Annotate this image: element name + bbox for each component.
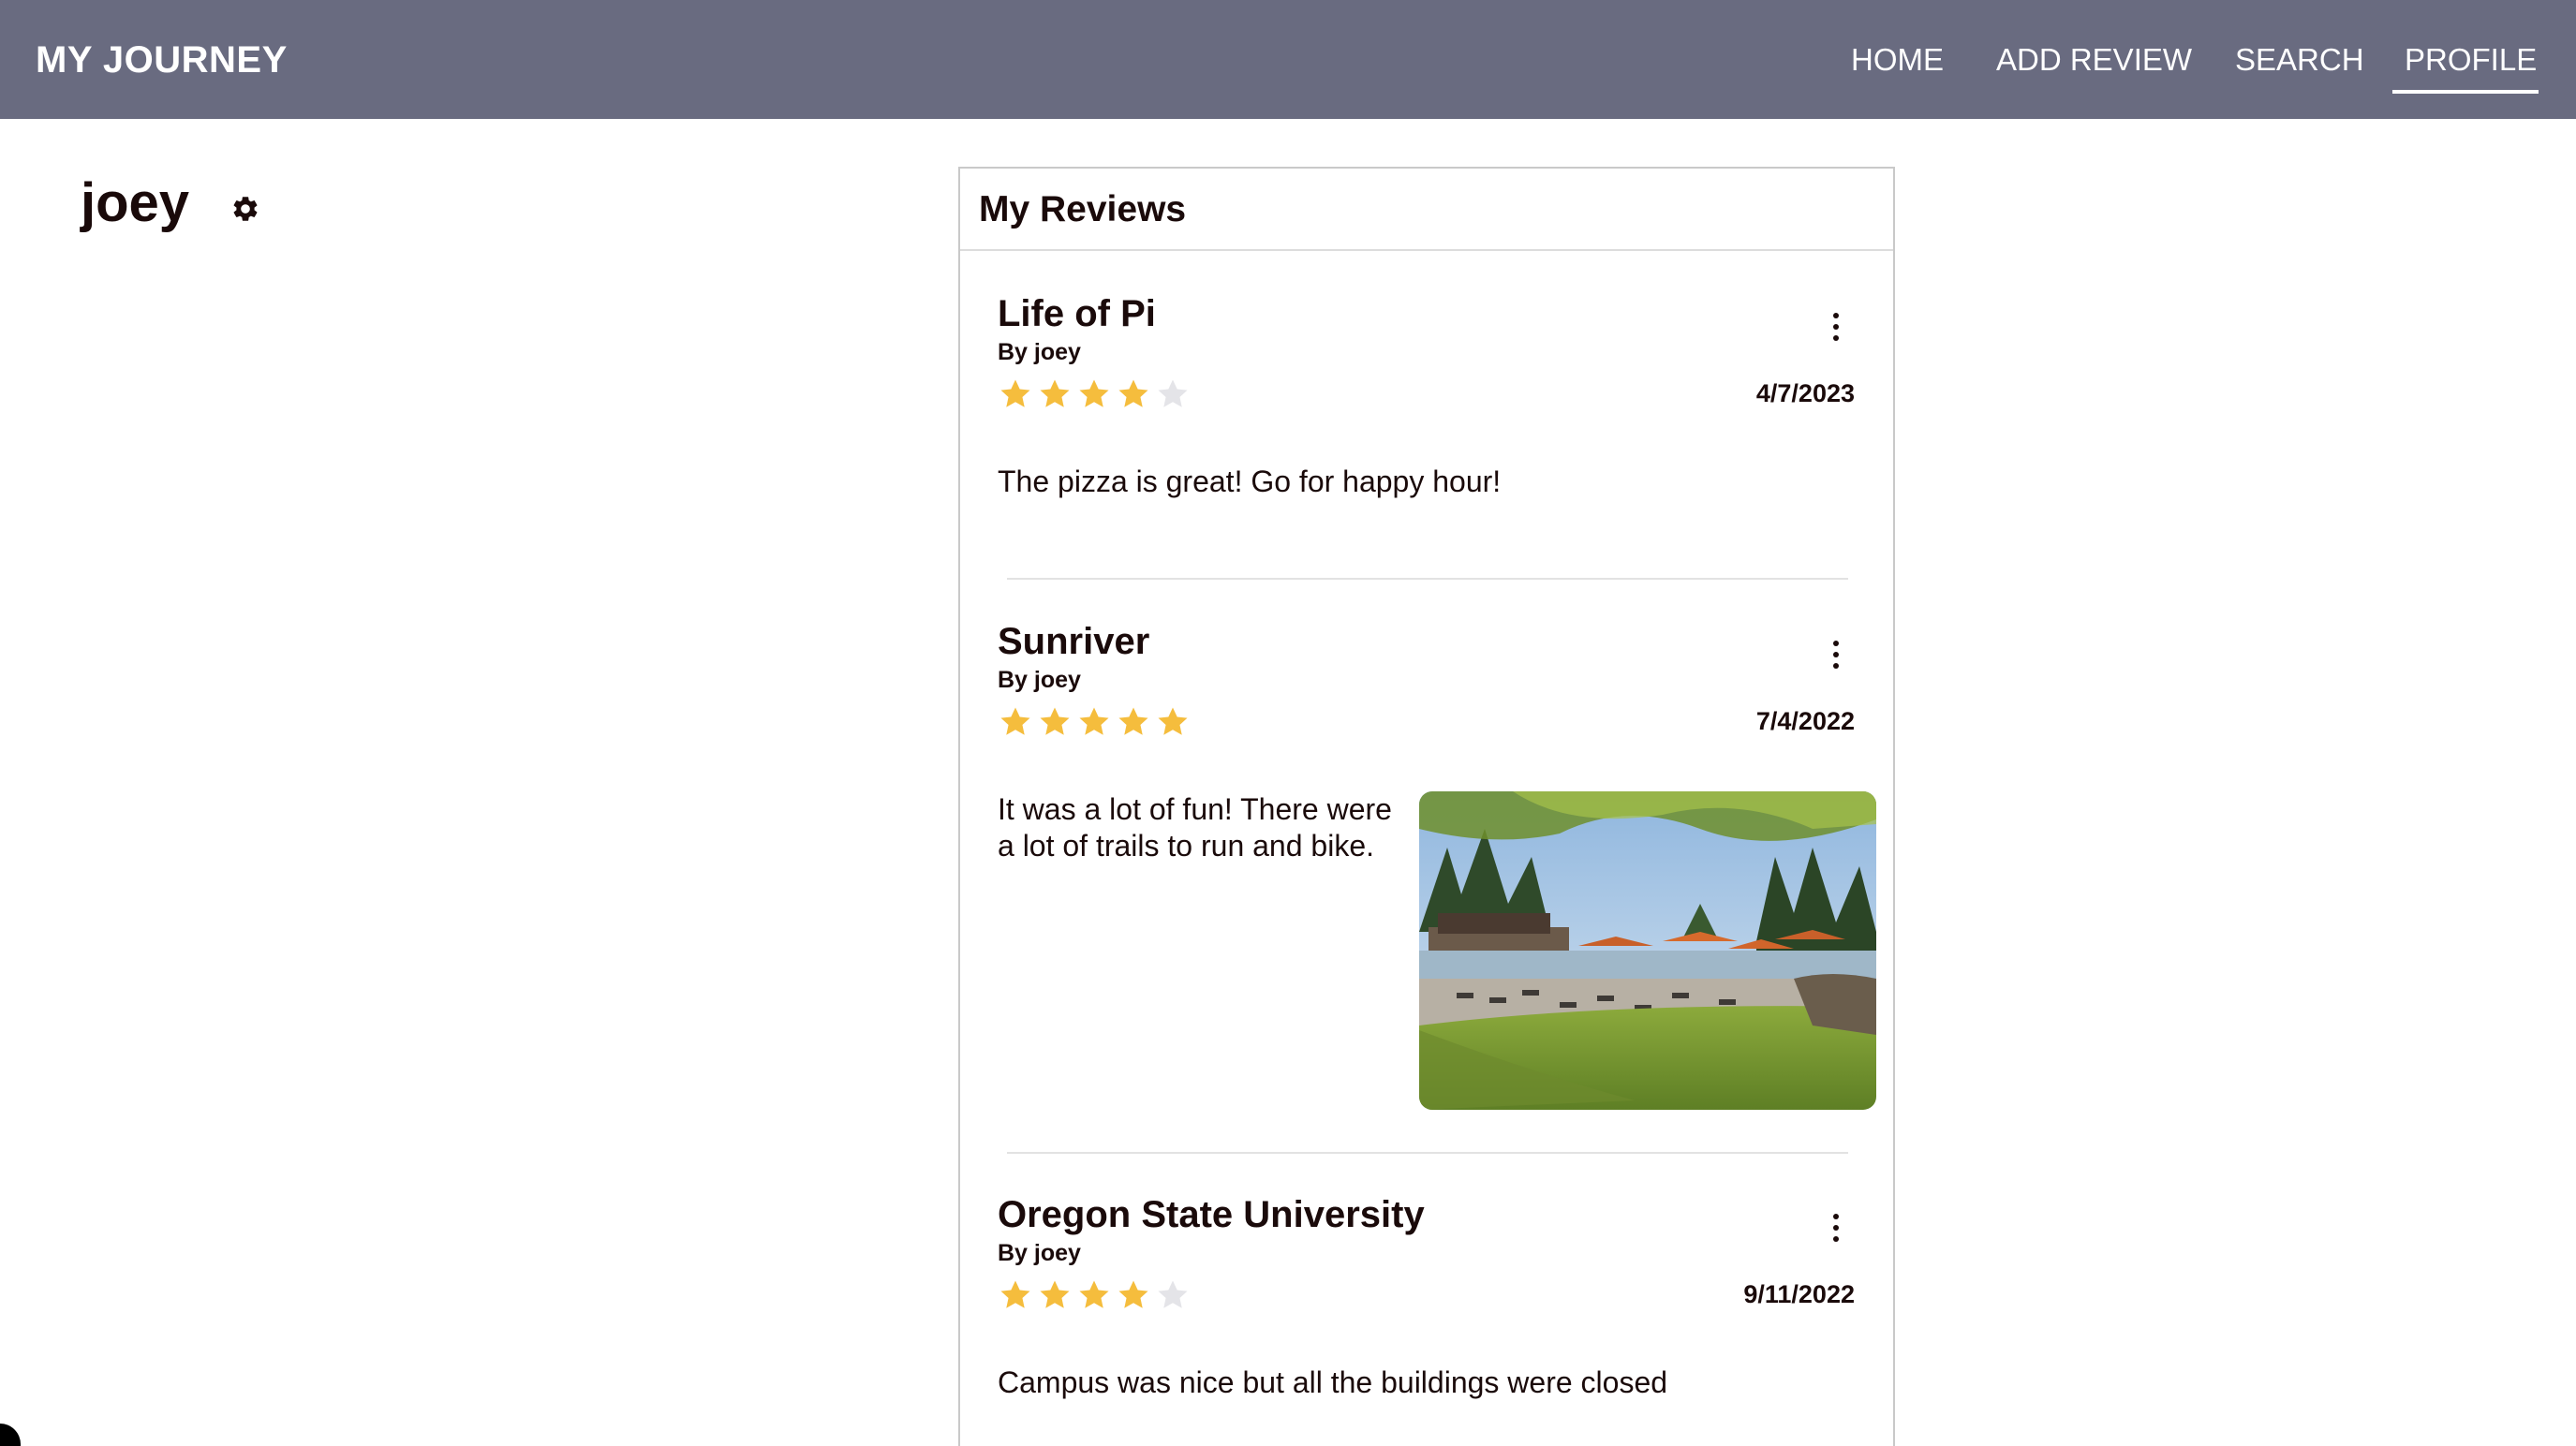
star-rating xyxy=(998,376,1204,416)
star-filled-icon xyxy=(1116,704,1151,740)
star-filled-icon xyxy=(1116,376,1151,412)
review-text: Campus was nice but all the buildings we… xyxy=(998,1365,1668,1399)
star-filled-icon xyxy=(998,1277,1033,1313)
review-title: Oregon State University xyxy=(998,1194,1425,1235)
gear-icon[interactable] xyxy=(230,194,260,224)
profile-username: joey xyxy=(81,172,190,233)
my-reviews-panel: My Reviews Life of Pi By joey 4/7/2023 T… xyxy=(958,167,1895,1446)
star-filled-icon xyxy=(998,376,1033,412)
star-filled-icon xyxy=(1037,704,1073,740)
active-nav-indicator xyxy=(2392,90,2539,94)
star-filled-icon xyxy=(1037,1277,1073,1313)
brand-logo[interactable]: MY JOURNEY xyxy=(36,36,288,84)
star-filled-icon xyxy=(1076,1277,1112,1313)
nav-search-link[interactable]: SEARCH xyxy=(2235,36,2364,84)
star-filled-icon xyxy=(1076,704,1112,740)
star-filled-icon xyxy=(1076,376,1112,412)
review-date: 7/4/2022 xyxy=(1755,707,1855,735)
star-empty-icon xyxy=(1155,376,1191,412)
review-text: It was a lot of fun! There were a lot of… xyxy=(998,792,1392,863)
panel-title: My Reviews xyxy=(979,189,1187,229)
review-divider xyxy=(1007,1152,1848,1154)
star-rating xyxy=(998,704,1204,744)
nav-add-review-link[interactable]: ADD REVIEW xyxy=(1996,36,2192,84)
nav-home-link[interactable]: HOME xyxy=(1851,36,1944,84)
nav-profile-link[interactable]: PROFILE xyxy=(2405,36,2537,84)
more-options-icon[interactable] xyxy=(1828,1212,1843,1244)
star-filled-icon xyxy=(998,704,1033,740)
more-options-icon[interactable] xyxy=(1828,311,1843,343)
resort-pool-photo xyxy=(1419,791,1876,1110)
star-rating xyxy=(998,1277,1204,1317)
top-navbar: MY JOURNEY HOME ADD REVIEW SEARCH PROFIL… xyxy=(0,0,2576,119)
review-date: 9/11/2022 xyxy=(1743,1280,1855,1308)
review-divider xyxy=(1007,578,1848,580)
star-filled-icon xyxy=(1155,704,1191,740)
review-text: The pizza is great! Go for happy hour! xyxy=(998,465,1502,498)
star-empty-icon xyxy=(1155,1277,1191,1313)
main-nav: HOME ADD REVIEW SEARCH PROFILE xyxy=(1780,36,2539,101)
panel-header: My Reviews xyxy=(960,169,1893,251)
review-author: By joey xyxy=(998,667,1081,693)
window-corner xyxy=(0,1424,21,1446)
star-filled-icon xyxy=(1116,1277,1151,1313)
review-author: By joey xyxy=(998,339,1081,365)
review-author: By joey xyxy=(998,1240,1081,1266)
review-title: Life of Pi xyxy=(998,293,1156,334)
more-options-icon[interactable] xyxy=(1828,639,1843,671)
star-filled-icon xyxy=(1037,376,1073,412)
review-photo[interactable] xyxy=(1419,791,1876,1110)
review-title: Sunriver xyxy=(998,621,1150,662)
review-date: 4/7/2023 xyxy=(1755,379,1855,407)
